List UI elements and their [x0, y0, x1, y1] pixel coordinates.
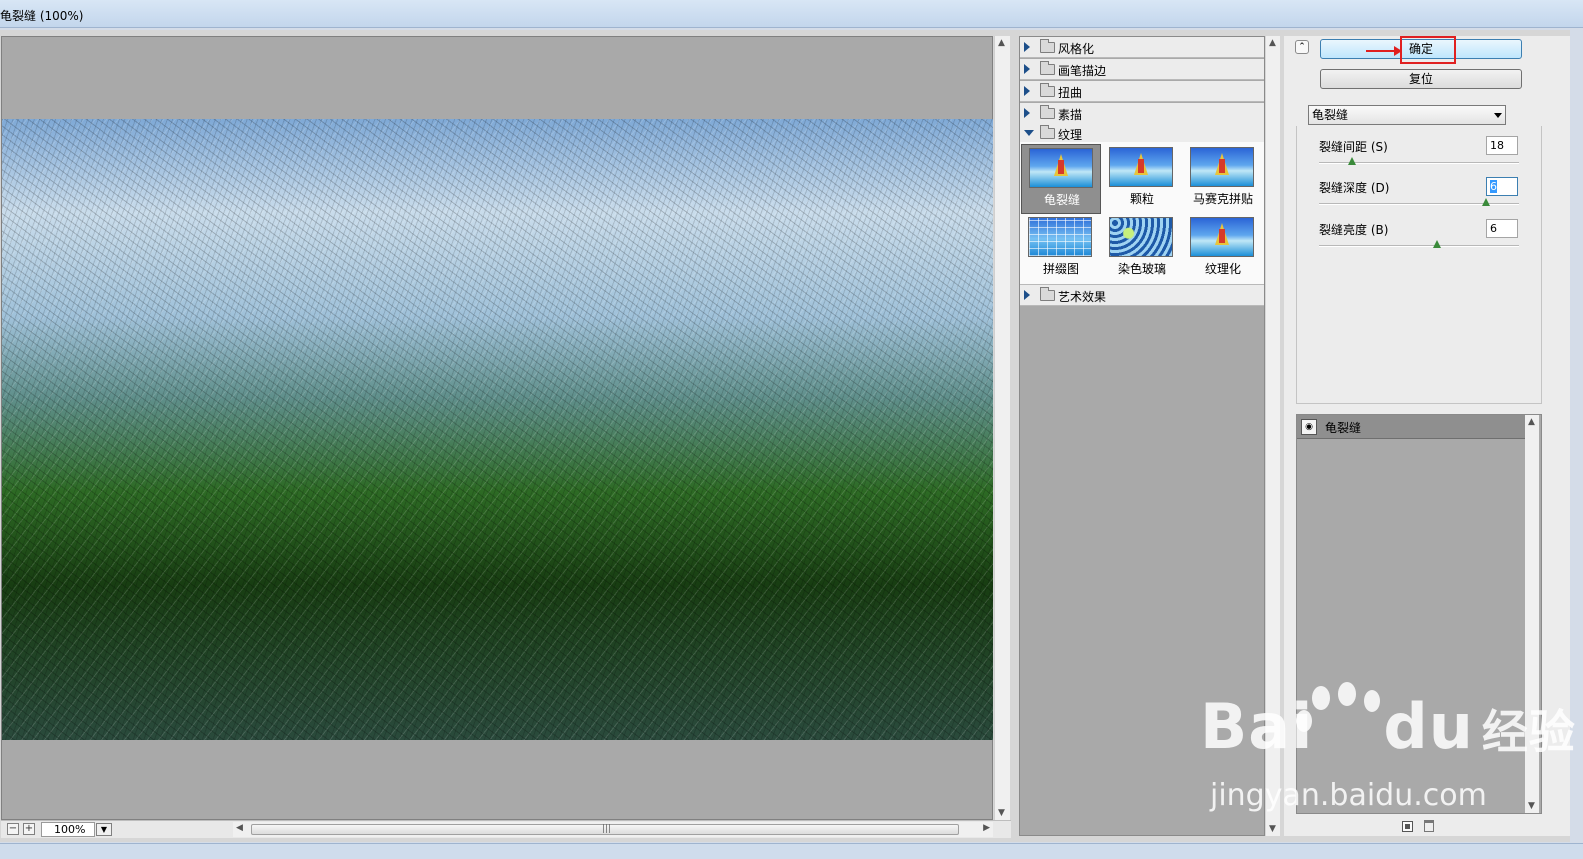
chevron-down-icon	[1494, 113, 1502, 118]
zoom-level-field[interactable]: 100%	[41, 822, 95, 837]
scroll-thumb[interactable]: |||	[251, 824, 959, 835]
watermark-suffix: 经验	[1481, 705, 1576, 759]
new-layer-icon[interactable]	[1402, 821, 1413, 832]
zoom-out-icon[interactable]: −	[7, 823, 19, 835]
param-label: 裂缝深度 (D)	[1319, 181, 1390, 195]
folder-icon	[1040, 83, 1055, 97]
scroll-left-icon[interactable]: ◀	[236, 823, 243, 833]
annotation-arrow-icon	[1366, 46, 1402, 56]
scroll-up-icon[interactable]: ▲	[1269, 38, 1276, 48]
category-label: 素描	[1058, 108, 1083, 122]
folder-icon	[1040, 61, 1055, 75]
category-label: 风格化	[1058, 42, 1095, 56]
expand-arrow-icon[interactable]	[1024, 42, 1030, 52]
param-value-input[interactable]: 6	[1486, 219, 1518, 238]
filter-thumb-label: 染色玻璃	[1117, 262, 1166, 276]
param-value-input[interactable]: 18	[1486, 136, 1518, 155]
expand-arrow-icon[interactable]	[1024, 64, 1030, 74]
scroll-up-icon[interactable]: ▲	[1528, 417, 1535, 427]
filter-thumb-label: 纹理化	[1204, 262, 1241, 276]
watermark-url: jingyan.baidu.com	[1210, 778, 1487, 813]
eye-icon[interactable]: ◉	[1301, 419, 1317, 435]
category-label: 画笔描边	[1058, 64, 1107, 78]
folder-icon	[1040, 105, 1055, 119]
scroll-up-icon[interactable]: ▲	[998, 38, 1005, 48]
expand-arrow-icon[interactable]	[1024, 108, 1030, 118]
expand-arrow-icon[interactable]	[1024, 290, 1030, 300]
zoom-in-icon[interactable]: +	[23, 823, 35, 835]
filter-thumb-label: 马赛克拼贴	[1192, 192, 1253, 206]
filter-select-value: 龟裂缝	[1312, 108, 1349, 122]
param-crack-brightness: 裂缝亮度 (B) 6	[1319, 219, 1521, 255]
filter-thumb-label: 龟裂缝	[1043, 193, 1080, 207]
param-value-input[interactable]: 6	[1486, 177, 1518, 196]
filter-thumb-mosaic-tiles[interactable]: 马赛克拼贴	[1183, 144, 1263, 214]
param-crack-depth: 裂缝深度 (D) 6	[1319, 177, 1521, 213]
param-crack-spacing: 裂缝间距 (S) 18	[1319, 136, 1521, 172]
scroll-right-icon[interactable]: ▶	[983, 823, 990, 833]
category-texture[interactable]: 纹理	[1020, 123, 1264, 144]
slider-knob-icon[interactable]	[1481, 198, 1490, 206]
expand-arrow-icon[interactable]	[1024, 86, 1030, 96]
slider-knob-icon[interactable]	[1348, 157, 1357, 165]
grip-icon: |||	[602, 824, 612, 834]
title-bar: 龟裂缝 (100%)	[0, 0, 1583, 28]
filter-thumb-craquelure[interactable]: 龟裂缝	[1021, 144, 1101, 214]
filter-thumb-texturizer[interactable]: 纹理化	[1183, 214, 1263, 284]
filter-thumb-patchwork[interactable]: 拼缀图	[1021, 214, 1101, 284]
status-bar	[0, 843, 1583, 859]
preview-horizontal-scrollbar[interactable]: ◀ ||| ▶	[233, 822, 993, 837]
preview-image	[2, 119, 993, 740]
slider-knob-icon[interactable]	[1432, 240, 1441, 248]
effect-layer-name: 龟裂缝	[1325, 421, 1362, 435]
watermark-brand-du: du	[1383, 690, 1474, 763]
window-title: 龟裂缝 (100%)	[0, 9, 84, 23]
category-artistic[interactable]: 艺术效果	[1020, 285, 1264, 306]
category-brush-strokes[interactable]: 画笔描边	[1020, 59, 1264, 80]
watermark: Bai du 经验 jingyan.baidu.com	[1200, 690, 1576, 813]
filter-thumb-label: 拼缀图	[1042, 262, 1079, 276]
effect-layer-row[interactable]: ◉ 龟裂缝	[1297, 415, 1525, 439]
filter-thumb-label: 颗粒	[1129, 192, 1154, 206]
category-label: 纹理	[1058, 128, 1083, 142]
zoom-dropdown-icon[interactable]: ▼	[96, 823, 112, 836]
category-label: 艺术效果	[1058, 290, 1107, 304]
folder-icon	[1040, 287, 1055, 301]
category-label: 扭曲	[1058, 86, 1083, 100]
preview-pane[interactable]	[1, 36, 993, 820]
preview-vertical-scrollbar[interactable]: ▲ ▼	[994, 36, 1010, 820]
trash-icon[interactable]	[1424, 820, 1434, 832]
param-label: 裂缝亮度 (B)	[1319, 223, 1389, 237]
annotation-highlight-box	[1400, 36, 1456, 64]
folder-icon	[1040, 39, 1055, 53]
category-sketch[interactable]: 素描	[1020, 103, 1264, 124]
scroll-down-icon[interactable]: ▼	[998, 808, 1005, 818]
param-label: 裂缝间距 (S)	[1319, 140, 1388, 154]
collapse-icon[interactable]: ⌃	[1295, 40, 1309, 54]
param-value-selected: 6	[1490, 180, 1497, 193]
scroll-down-icon[interactable]: ▼	[1269, 824, 1276, 834]
reset-button[interactable]: 复位	[1320, 69, 1522, 89]
scroll-down-icon[interactable]: ▼	[1528, 801, 1535, 811]
filter-thumb-grain[interactable]: 颗粒	[1102, 144, 1182, 214]
texture-filter-thumbnails: 龟裂缝 颗粒 马赛克拼贴 拼缀图 染色玻璃 纹理化	[1020, 142, 1264, 285]
filter-select[interactable]: 龟裂缝	[1308, 105, 1506, 125]
param-slider-track[interactable]	[1319, 245, 1519, 247]
filter-thumb-stained-glass[interactable]: 染色玻璃	[1102, 214, 1182, 284]
collapse-arrow-icon[interactable]	[1024, 130, 1034, 136]
watermark-brand: Bai	[1200, 690, 1314, 763]
folder-open-icon	[1040, 125, 1055, 139]
category-distort[interactable]: 扭曲	[1020, 81, 1264, 102]
category-stylize[interactable]: 风格化	[1020, 37, 1264, 58]
preview-bottom-bar: − + 100% ▼ ◀ ||| ▶	[1, 820, 1011, 838]
